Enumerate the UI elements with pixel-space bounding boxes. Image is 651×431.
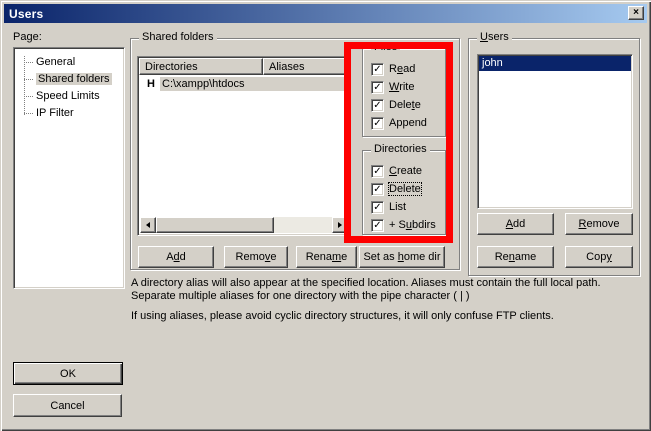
- checkbox-append[interactable]: ✓ Append: [371, 115, 427, 131]
- checkbox-icon: ✓: [371, 63, 384, 76]
- checkbox-delete-dir[interactable]: ✓ Delete: [371, 181, 421, 197]
- button-label: Set as home dir: [363, 251, 440, 263]
- checkbox-icon: ✓: [371, 81, 384, 94]
- checkbox-label: Read: [389, 63, 415, 75]
- user-copy-button[interactable]: Copy: [565, 246, 633, 268]
- checkbox-icon: ✓: [371, 183, 384, 196]
- checkbox-icon: ✓: [371, 99, 384, 112]
- checkbox-label: Write: [389, 81, 414, 93]
- checkbox-create[interactable]: ✓ Create: [371, 163, 422, 179]
- page-item-shared-folders[interactable]: Shared folders: [14, 71, 124, 88]
- checkbox-label: + Subdirs: [389, 219, 436, 231]
- scroll-right-icon: [338, 222, 345, 228]
- page-item-ip-filter[interactable]: IP Filter: [14, 105, 124, 122]
- checkbox-list[interactable]: ✓ List: [371, 199, 406, 215]
- checkbox-delete-file[interactable]: ✓ Delete: [371, 97, 421, 113]
- page-list: General Shared folders Speed Limits IP F…: [13, 47, 125, 289]
- button-label: OK: [60, 368, 76, 380]
- checkbox-label: Delete: [389, 183, 421, 195]
- scroll-left-button[interactable]: [140, 217, 156, 233]
- button-label: Cancel: [50, 400, 84, 412]
- set-as-home-dir-button[interactable]: Set as home dir: [359, 246, 445, 268]
- directory-row[interactable]: H C:\xampp\htdocs: [140, 76, 348, 92]
- checkbox-label: List: [389, 201, 406, 213]
- files-group-label: Files: [371, 41, 400, 54]
- titlebar[interactable]: Users ×: [4, 4, 647, 23]
- alias-note-1: A directory alias will also appear at th…: [131, 277, 643, 303]
- button-label: Rename: [495, 251, 537, 263]
- directories-permissions-group: Directories ✓ Create ✓ Delete ✓ List ✓ +…: [362, 150, 446, 235]
- page-item-general[interactable]: General: [14, 54, 124, 71]
- scroll-right-button[interactable]: [332, 217, 348, 233]
- dialog-title: Users: [9, 7, 43, 21]
- users-group: Users john Add Remove Rename Copy: [468, 38, 640, 276]
- page-item-label: General: [36, 56, 75, 68]
- button-label: Add: [166, 251, 186, 263]
- button-label: Add: [506, 218, 526, 230]
- shared-folders-group-label: Shared folders: [139, 31, 217, 44]
- page-item-label: Shared folders: [36, 73, 112, 85]
- column-header-aliases[interactable]: Aliases: [263, 58, 349, 75]
- checkbox-read[interactable]: ✓ Read: [371, 61, 415, 77]
- directories-group-label: Directories: [371, 143, 430, 156]
- page-item-label: Speed Limits: [36, 90, 100, 102]
- users-dialog: Users × Page: General Shared folders Spe…: [0, 0, 651, 431]
- directory-path: C:\xampp\htdocs: [160, 77, 345, 91]
- ok-button[interactable]: OK: [13, 362, 123, 385]
- checkbox-label: Append: [389, 117, 427, 129]
- user-item-john[interactable]: john: [479, 56, 631, 71]
- user-add-button[interactable]: Add: [477, 213, 554, 235]
- listview-header: Directories Aliases: [139, 58, 349, 75]
- scroll-left-icon: [143, 222, 150, 228]
- page-label: Page:: [13, 31, 42, 43]
- checkbox-icon: ✓: [371, 165, 384, 178]
- button-label: Rename: [306, 251, 348, 263]
- close-button[interactable]: ×: [628, 6, 644, 20]
- checkbox-icon: ✓: [371, 117, 384, 130]
- user-rename-button[interactable]: Rename: [477, 246, 554, 268]
- page-item-label: IP Filter: [36, 107, 74, 119]
- folder-remove-button[interactable]: Remove: [224, 246, 288, 268]
- button-label: Copy: [586, 251, 612, 263]
- scrollbar-thumb[interactable]: [156, 217, 274, 233]
- checkbox-subdirs[interactable]: ✓ + Subdirs: [371, 217, 436, 233]
- user-remove-button[interactable]: Remove: [565, 213, 633, 235]
- column-header-directories[interactable]: Directories: [139, 58, 263, 75]
- folder-add-button[interactable]: Add: [138, 246, 214, 268]
- close-icon: ×: [633, 8, 639, 18]
- button-label: Remove: [236, 251, 277, 263]
- checkbox-icon: ✓: [371, 201, 384, 214]
- scrollbar-track[interactable]: [274, 217, 332, 233]
- checkbox-icon: ✓: [371, 219, 384, 232]
- files-permissions-group: Files ✓ Read ✓ Write ✓ Delete ✓ Append: [362, 48, 446, 137]
- alias-note-2: If using aliases, please avoid cyclic di…: [131, 310, 643, 323]
- home-flag: H: [147, 78, 160, 90]
- checkbox-label: Delete: [389, 99, 421, 111]
- page-item-speed-limits[interactable]: Speed Limits: [14, 88, 124, 105]
- users-group-label: Users: [477, 31, 512, 44]
- folder-rename-button[interactable]: Rename: [296, 246, 357, 268]
- horizontal-scrollbar[interactable]: [140, 217, 348, 233]
- checkbox-label: Create: [389, 165, 422, 177]
- alias-notes: A directory alias will also appear at th…: [131, 277, 643, 323]
- button-label: Remove: [579, 218, 620, 230]
- directories-listview[interactable]: Directories Aliases H C:\xampp\htdocs: [137, 56, 351, 236]
- cancel-button[interactable]: Cancel: [13, 394, 122, 417]
- users-listbox[interactable]: john: [477, 54, 633, 209]
- checkbox-write[interactable]: ✓ Write: [371, 79, 414, 95]
